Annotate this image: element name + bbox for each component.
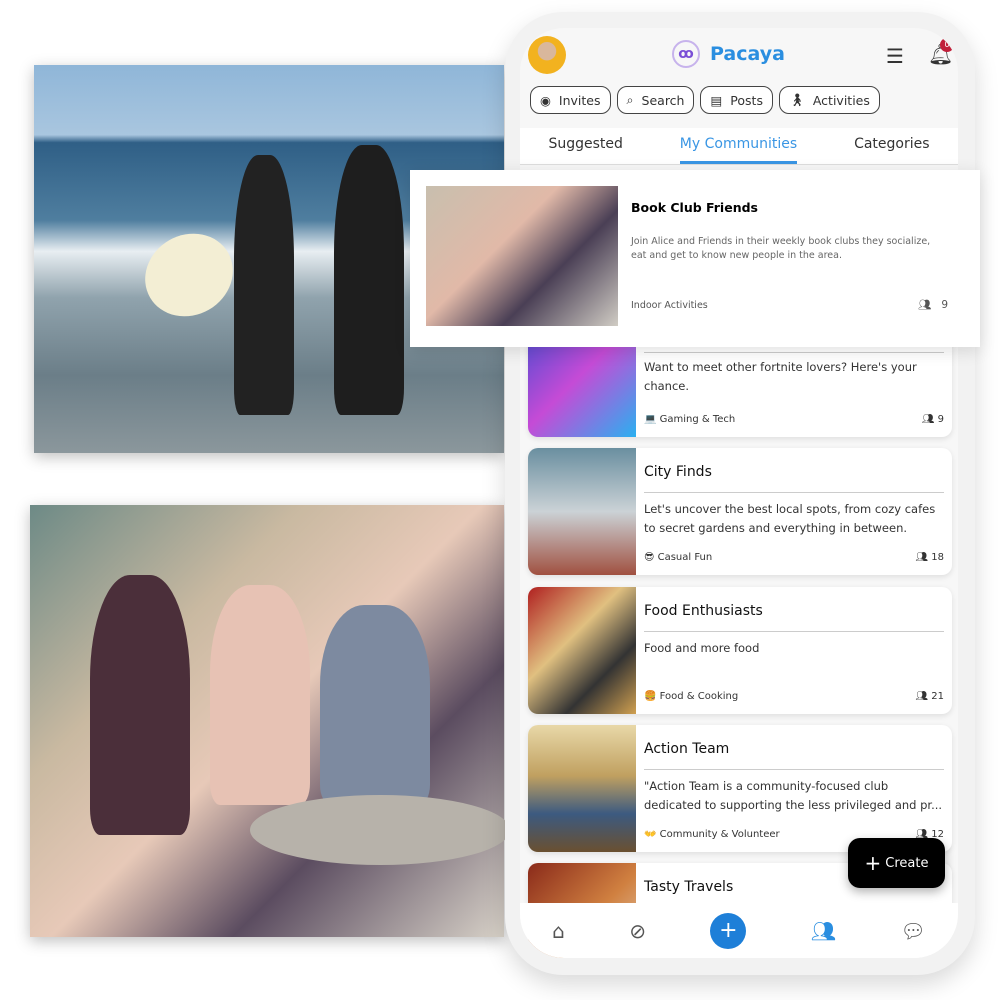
chip-label: Posts [730, 92, 763, 108]
featured-community-image [426, 186, 618, 326]
search-chip[interactable]: ⌕ Search [616, 86, 695, 114]
chip-label: Search [641, 92, 685, 108]
posts-chip[interactable]: ▤ Posts [700, 86, 773, 114]
add-plus-icon[interactable]: + [710, 912, 747, 949]
app-name: Pacaya [710, 43, 785, 65]
featured-category: Indoor Activities [631, 300, 708, 311]
community-image [528, 587, 636, 714]
hiker-icon: 🚶︎ [788, 92, 805, 107]
community-title: Food Enthusiasts [644, 603, 763, 619]
tab-categories[interactable]: Categories [854, 128, 929, 164]
quick-action-chips: ◉ Invites ⌕ Search ▤ Posts 🚶︎ Activities [530, 86, 880, 114]
person-figure [90, 575, 190, 835]
featured-community-card[interactable]: Book Club Friends Join Alice and Friends… [410, 170, 980, 347]
community-category: 😎 Casual Fun [644, 552, 713, 563]
book-club-photo [30, 505, 510, 937]
community-image [528, 725, 636, 852]
featured-title: Book Club Friends [631, 200, 758, 215]
community-category: 💻 Gaming & Tech [644, 414, 736, 425]
community-title: City Finds [644, 464, 712, 480]
app-logo: ꝏ Pacaya [672, 40, 785, 68]
plus-icon: + [864, 851, 882, 875]
community-icon[interactable]: 👥︎ [811, 919, 836, 943]
activities-chip[interactable]: 🚶︎ Activities [778, 86, 880, 114]
home-icon[interactable]: ⌂ [552, 919, 565, 943]
member-count: 👥︎ 21 [915, 691, 944, 702]
newspaper-icon: ▤ [710, 92, 723, 108]
divider [644, 769, 944, 770]
community-description: "Action Team is a community-focused club… [644, 779, 943, 812]
search-icon: ⌕ [626, 92, 634, 107]
member-count: 👥︎ 18 [915, 552, 944, 563]
member-count-value: 18 [931, 552, 944, 563]
community-tabs: Suggested My Communities Categories [520, 128, 958, 165]
divider [644, 352, 944, 353]
surfer-figure [334, 145, 404, 415]
featured-member-count: 👥︎ 9 [918, 298, 948, 311]
create-button[interactable]: + Create [848, 838, 945, 888]
member-count-value: 21 [931, 691, 944, 702]
community-image [528, 448, 636, 575]
notification-badge: 0 [940, 38, 954, 52]
divider [644, 631, 944, 632]
community-description: Want to meet other fortnite lovers? Here… [644, 360, 917, 393]
community-description: Food and more food [644, 641, 760, 655]
surfer-figure [234, 155, 294, 415]
compass-icon[interactable]: ⊘ [629, 919, 646, 943]
surfboard [130, 217, 248, 333]
community-category: 🍔 Food & Cooking [644, 691, 739, 702]
logo-icon: ꝏ [672, 40, 700, 68]
community-description: Let's uncover the best local spots, from… [644, 502, 936, 535]
chip-label: Activities [812, 92, 870, 108]
member-count-value: 9 [937, 414, 944, 425]
bottom-nav: ⌂ ⊘ + 👥︎ 💬︎ [520, 903, 958, 958]
community-card[interactable]: Action Team "Action Team is a community-… [528, 725, 952, 852]
create-label: Create [885, 855, 929, 871]
community-card[interactable]: City Finds Let's uncover the best local … [528, 448, 952, 575]
table-tray [250, 795, 510, 865]
chat-icon[interactable]: 💬︎ [900, 919, 925, 943]
community-card[interactable]: Food Enthusiasts Food and more food 🍔 Fo… [528, 587, 952, 714]
bell-circle-icon: ◉ [540, 92, 551, 108]
members-icon: 👥︎ [917, 299, 932, 311]
filter-sliders-icon[interactable]: ☰ [886, 44, 904, 68]
divider [644, 492, 944, 493]
person-figure [210, 585, 310, 805]
phone-screen: ꝏ Pacaya ☰ 🔔︎ 0 ◉ Invites ⌕ Search ▤ Posts … [520, 28, 958, 958]
person-figure [320, 605, 430, 805]
avatar[interactable] [528, 36, 566, 74]
community-title: Tasty Travels [644, 879, 734, 895]
member-count-value: 9 [941, 299, 948, 311]
community-category: 👐 Community & Volunteer [644, 829, 780, 840]
invites-chip[interactable]: ◉ Invites [530, 86, 611, 114]
tab-suggested[interactable]: Suggested [548, 128, 622, 164]
member-count: 👥︎ 9 [921, 414, 944, 425]
tab-my-communities[interactable]: My Communities [679, 128, 798, 164]
chip-label: Invites [558, 92, 601, 108]
featured-description: Join Alice and Friends in their weekly b… [631, 236, 931, 261]
community-title: Action Team [644, 741, 730, 757]
